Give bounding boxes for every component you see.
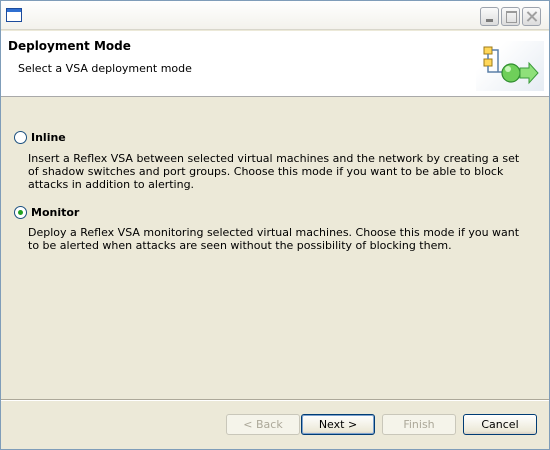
deployment-flow-icon — [476, 41, 544, 91]
title-bar[interactable] — [1, 1, 549, 30]
monitor-radio[interactable] — [14, 205, 27, 219]
inline-label: Inline — [31, 130, 66, 144]
page-subtitle: Select a VSA deployment mode — [18, 62, 192, 75]
monitor-description: Deploy a Reflex VSA monitoring selected … — [28, 226, 520, 252]
back-button[interactable]: < Back — [226, 414, 300, 435]
inline-description: Insert a Reflex VSA between selected vir… — [28, 152, 520, 191]
monitor-option[interactable]: Monitor — [14, 204, 79, 220]
minimize-button[interactable] — [480, 7, 499, 26]
inline-radio[interactable] — [14, 130, 27, 144]
maximize-button[interactable] — [501, 7, 520, 26]
footer-divider — [1, 399, 549, 401]
page-title: Deployment Mode — [8, 39, 131, 53]
wizard-header: Deployment Mode Select a VSA deployment … — [1, 31, 549, 97]
wizard-content: Inline Insert a Reflex VSA between selec… — [1, 98, 549, 398]
finish-button[interactable]: Finish — [382, 414, 456, 435]
next-button[interactable]: Next > — [301, 414, 375, 435]
monitor-label: Monitor — [31, 205, 80, 219]
close-button[interactable] — [522, 7, 541, 26]
cancel-button[interactable]: Cancel — [463, 414, 537, 435]
app-window-icon — [6, 8, 22, 22]
inline-option[interactable]: Inline — [14, 129, 66, 145]
deployment-wizard-window: Deployment Mode Select a VSA deployment … — [0, 0, 550, 450]
